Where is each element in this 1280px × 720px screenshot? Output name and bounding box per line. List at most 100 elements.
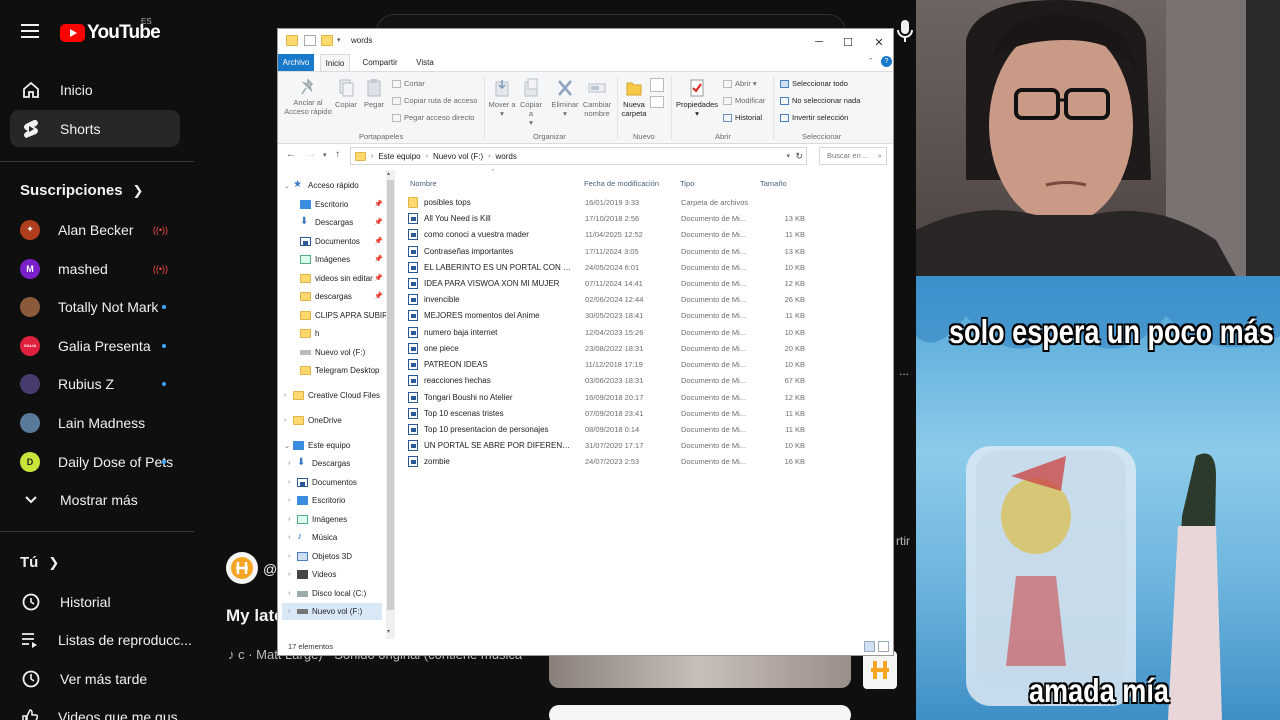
large-icons-view-icon[interactable] — [878, 641, 889, 652]
new-folder-button[interactable]: Nueva carpeta — [618, 78, 650, 118]
move-to-button[interactable]: Mover a ▾ — [488, 78, 516, 118]
pin-quick-access-button[interactable]: Anclar al Acceso rápido — [282, 78, 334, 116]
cut-button[interactable]: Cortar — [392, 79, 425, 88]
qat-dropdown-icon[interactable]: ▾ — [337, 36, 341, 44]
scroll-down-icon[interactable]: ▾ — [387, 628, 390, 635]
file-row[interactable]: UN PORTAL SE ABRE POR DIFERENTES EP... 31… — [408, 437, 808, 453]
you-section-title[interactable]: Tú ❯ — [20, 554, 59, 571]
nav-scrollbar[interactable]: ▴ ▾ — [386, 170, 395, 639]
column-fecha[interactable]: Fecha de modificación — [584, 179, 659, 188]
properties-button[interactable]: Propiedades ▾ — [674, 78, 720, 118]
nav-onedrive[interactable]: › OneDrive — [284, 412, 342, 429]
tab-compartir[interactable]: Compartir — [358, 54, 402, 71]
open-button[interactable]: Abrir ▾ — [723, 79, 757, 88]
collapse-ribbon-icon[interactable]: ⌃ — [868, 57, 874, 65]
subscriptions-title[interactable]: Suscripciones ❯ — [20, 182, 143, 199]
address-dropdown-icon[interactable]: ▾ — [786, 152, 790, 160]
file-row[interactable]: Tongari Boushi no Atelier 16/09/2018 20:1… — [408, 389, 808, 405]
breadcrumb-separator[interactable]: › — [426, 153, 428, 160]
help-icon[interactable]: ? — [881, 56, 892, 67]
nav-este-equipo[interactable]: ⌄ Este equipo — [284, 437, 350, 454]
nav-item-videos-sin-editar[interactable]: videos sin editar — [300, 270, 373, 287]
microphone-icon[interactable] — [893, 17, 917, 45]
column-tamano[interactable]: Tamaño — [760, 179, 787, 188]
subscription-daily-dose-of-pets[interactable]: D Daily Dose of Pets — [10, 443, 180, 480]
sidebar-item-liked[interactable]: Videos que me gus... — [10, 698, 189, 720]
nav-pc-musica[interactable]: › ♪ Música — [288, 529, 337, 546]
file-row[interactable]: numero baja internet 12/04/2023 15:26 Docu… — [408, 324, 808, 340]
sidebar-item-watch-later[interactable]: Ver más tarde — [10, 660, 180, 697]
edit-button[interactable]: Modificar — [723, 96, 765, 105]
menu-icon[interactable] — [21, 24, 39, 38]
breadcrumb-words[interactable]: words — [496, 152, 517, 161]
show-more-button[interactable]: Mostrar más — [10, 481, 180, 518]
maximize-button[interactable]: ☐ — [833, 32, 863, 52]
nav-pc-documentos[interactable]: › Documentos — [288, 474, 357, 491]
scrollbar-thumb[interactable] — [387, 180, 394, 610]
file-row[interactable]: como conoci a vuestra mader 11/04/2025 12… — [408, 226, 808, 242]
pin-icon[interactable]: 📌 — [374, 255, 383, 263]
nav-pc-objetos-3d[interactable]: › Objetos 3D — [288, 548, 352, 565]
breadcrumb-separator[interactable]: › — [488, 153, 490, 160]
column-nombre[interactable]: Nombre — [410, 179, 437, 188]
nav-item-h[interactable]: h — [300, 325, 319, 342]
file-row[interactable]: All You Need is Kill 17/10/2018 2:56 Docum… — [408, 210, 808, 226]
pin-icon[interactable]: 📌 — [374, 218, 383, 226]
tab-inicio[interactable]: Inicio — [320, 54, 350, 71]
close-button[interactable]: ✕ — [864, 32, 894, 52]
subscription-galia-presenta[interactable]: GALIA Galia Presenta — [10, 327, 180, 364]
subscription-alan-becker[interactable]: ✦ Alan Becker ((•)) — [10, 211, 180, 248]
nav-item-nuevo-vol[interactable]: Nuevo vol (F:) — [300, 344, 365, 361]
tab-vista[interactable]: Vista — [410, 54, 440, 71]
address-bar[interactable]: › Este equipo › Nuevo vol (F:) › words ▾… — [350, 147, 807, 165]
breadcrumb-separator[interactable]: › — [371, 153, 373, 160]
copy-path-button[interactable]: Copiar ruta de acceso — [392, 96, 477, 105]
pin-icon[interactable]: 📌 — [374, 274, 383, 282]
properties-icon[interactable] — [304, 35, 316, 46]
rename-button[interactable]: Cambiar nombre — [581, 78, 613, 118]
file-row[interactable]: PATREON IDEAS 11/12/2018 17:19 Documento d… — [408, 356, 808, 372]
tab-archivo[interactable]: Archivo — [278, 54, 314, 71]
new-folder-icon[interactable] — [321, 35, 333, 46]
short-thumbnail[interactable] — [549, 705, 851, 720]
short-thumbnail[interactable] — [549, 655, 851, 688]
sidebar-item-playlists[interactable]: Listas de reproducc... — [10, 621, 192, 658]
search-box[interactable]: Buscar en ... ⌕ — [819, 147, 887, 165]
refresh-icon[interactable]: ↻ — [795, 151, 803, 162]
subscription-totally-not-mark[interactable]: Totally Not Mark — [10, 288, 180, 325]
back-button[interactable]: ← — [286, 149, 296, 160]
nav-pc-descargas[interactable]: › ⬇ Descargas — [288, 455, 350, 472]
nav-item-descargas-folder[interactable]: descargas — [300, 288, 352, 305]
channel-handle[interactable]: @ — [263, 561, 277, 577]
nav-pc-escritorio[interactable]: › Escritorio — [288, 492, 345, 509]
details-view-icon[interactable] — [864, 641, 875, 652]
sidebar-item-historial[interactable]: Historial — [10, 583, 180, 620]
nav-quick-access[interactable]: ⌄ ★ Acceso rápido — [284, 177, 359, 194]
minimize-button[interactable]: ─ — [804, 32, 834, 52]
file-row[interactable]: Top 10 escenas tristes 07/09/2018 23:41 Do… — [408, 405, 808, 421]
video-title[interactable]: My late — [226, 606, 284, 626]
file-row[interactable]: zombie 24/07/2023 2:53 Documento de Mi... 1… — [408, 453, 808, 469]
select-none-button[interactable]: No seleccionar nada — [780, 96, 860, 105]
file-row[interactable]: IDEA PARA VISWOA XON MI MUJER 07/11/2024 … — [408, 275, 808, 291]
breadcrumb-nuevo-vol[interactable]: Nuevo vol (F:) — [433, 152, 483, 161]
recent-locations-icon[interactable]: ▾ — [323, 151, 327, 159]
copy-button[interactable]: Copiar — [335, 78, 357, 109]
file-row[interactable]: reacciones hechas 03/06/2023 18:31 Documen… — [408, 372, 808, 388]
nav-item-documentos[interactable]: Documentos — [300, 233, 360, 250]
file-row[interactable]: MEJORES momentos del Anime 30/05/2023 18:… — [408, 307, 808, 323]
subscription-mashed[interactable]: M mashed ((•)) — [10, 250, 180, 287]
breadcrumb-este-equipo[interactable]: Este equipo — [378, 152, 420, 161]
copy-to-button[interactable]: Copiar a ▾ — [517, 78, 545, 127]
file-row[interactable]: Top 10 presentacion de personajes 08/09/2… — [408, 421, 808, 437]
sidebar-item-shorts[interactable]: Shorts — [10, 110, 180, 147]
invert-selection-button[interactable]: Invertir selección — [780, 113, 848, 122]
nav-pc-imagenes[interactable]: › Imágenes — [288, 511, 347, 528]
file-row[interactable]: Contraseñas importantes 17/11/2024 3:05 Do… — [408, 243, 808, 259]
nav-pc-disco-local[interactable]: › Disco local (C:) — [288, 585, 366, 602]
pin-icon[interactable]: 📌 — [374, 292, 383, 300]
channel-avatar[interactable] — [226, 552, 258, 584]
file-row[interactable]: EL LABERINTO ES UN PORTAL CON NIVE... 24/… — [408, 259, 808, 275]
forward-button[interactable]: → — [306, 149, 316, 160]
scroll-up-icon[interactable]: ▴ — [387, 170, 390, 177]
